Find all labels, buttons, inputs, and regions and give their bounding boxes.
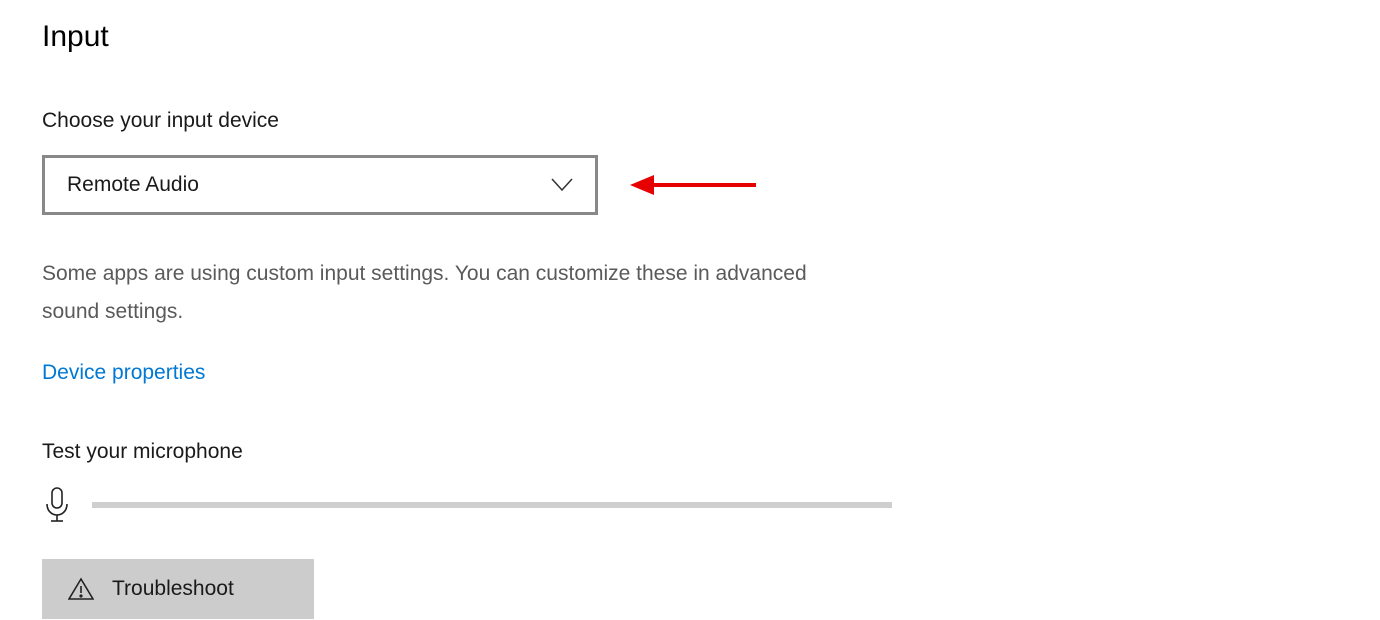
input-device-selected-value: Remote Audio: [67, 173, 199, 197]
microphone-level-bar: [92, 502, 892, 508]
chevron-down-icon: [551, 178, 573, 192]
input-device-dropdown[interactable]: Remote Audio: [42, 155, 598, 215]
warning-icon: [68, 577, 94, 601]
microphone-icon: [42, 486, 72, 524]
section-title-input: Input: [42, 20, 1380, 54]
troubleshoot-button[interactable]: Troubleshoot: [42, 559, 314, 619]
input-settings-help-text: Some apps are using custom input setting…: [42, 255, 832, 331]
troubleshoot-label: Troubleshoot: [112, 577, 234, 601]
test-microphone-label: Test your microphone: [42, 440, 1380, 464]
choose-input-device-label: Choose your input device: [42, 109, 1380, 133]
device-properties-link[interactable]: Device properties: [42, 361, 205, 385]
red-arrow-annotation: [628, 170, 758, 200]
